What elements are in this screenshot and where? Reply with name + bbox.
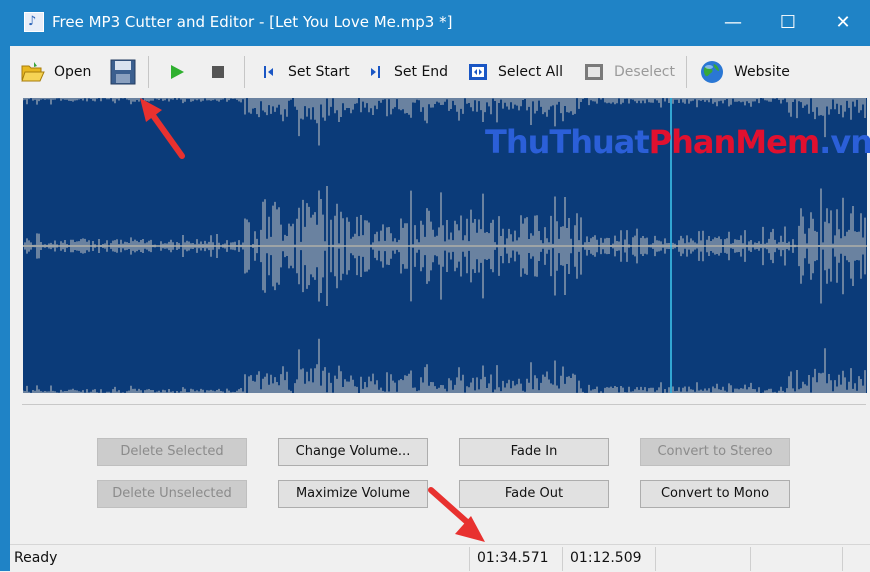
maximize-volume-button[interactable]: Maximize Volume — [278, 480, 428, 508]
status-divider — [469, 547, 470, 571]
toolbar-separator — [148, 56, 149, 88]
red-arrow-annotation — [428, 487, 485, 542]
window-left-frame — [0, 46, 10, 571]
set-start-button[interactable]: Set Start — [262, 58, 350, 86]
floppy-disk-icon — [110, 59, 136, 85]
select-all-label: Select All — [498, 64, 563, 80]
minimize-button[interactable]: — — [718, 8, 748, 38]
stop-icon — [212, 66, 224, 78]
close-button[interactable]: ✕ — [828, 8, 858, 38]
website-label: Website — [734, 64, 790, 80]
select-all-button[interactable]: Select All — [468, 58, 563, 86]
fade-in-button[interactable]: Fade In — [459, 438, 609, 466]
deselect-label: Deselect — [614, 64, 675, 80]
toolbar-separator — [244, 56, 245, 88]
change-volume-button[interactable]: Change Volume... — [278, 438, 428, 466]
toolbar-separator — [686, 56, 687, 88]
play-icon — [171, 65, 184, 79]
app-icon: ♪ — [24, 12, 44, 32]
watermark-part1: ThuThuat — [485, 123, 650, 161]
set-end-icon — [371, 66, 380, 78]
play-button[interactable] — [168, 58, 186, 86]
convert-to-mono-button[interactable]: Convert to Mono — [640, 480, 790, 508]
watermark-part3: .vn — [819, 123, 870, 161]
open-label: Open — [54, 64, 92, 80]
status-divider — [562, 547, 563, 571]
status-text: Ready — [14, 550, 58, 566]
folder-open-icon — [21, 62, 45, 82]
stop-button[interactable] — [210, 58, 226, 86]
toolbar: Open Set Start Set End Select All Desele… — [10, 46, 870, 98]
delete-unselected-button[interactable]: Delete Unselected — [97, 480, 247, 508]
status-time-length: 01:12.509 — [570, 550, 642, 566]
deselect-icon — [585, 64, 603, 80]
open-button[interactable]: Open — [20, 58, 91, 86]
title-bar: ♪ Free MP3 Cutter and Editor - [Let You … — [0, 0, 870, 46]
watermark-part2: PhanMem — [648, 123, 820, 161]
website-button[interactable]: Website — [700, 58, 790, 86]
deselect-button[interactable]: Deselect — [584, 58, 675, 86]
divider — [22, 404, 866, 405]
maximize-button[interactable]: ☐ — [773, 8, 803, 38]
save-button[interactable] — [110, 58, 136, 86]
status-divider — [655, 547, 656, 571]
status-divider — [750, 547, 751, 571]
watermark: ThuThuatPhanMem.vn — [485, 123, 870, 161]
window-title: Free MP3 Cutter and Editor - [Let You Lo… — [52, 13, 453, 31]
select-all-icon — [469, 64, 487, 80]
convert-to-stereo-button[interactable]: Convert to Stereo — [640, 438, 790, 466]
set-start-icon — [264, 66, 273, 78]
globe-icon — [701, 61, 723, 83]
delete-selected-button[interactable]: Delete Selected — [97, 438, 247, 466]
set-end-label: Set End — [394, 64, 449, 80]
status-divider — [842, 547, 843, 571]
red-arrow-annotation — [140, 98, 185, 159]
set-end-button[interactable]: Set End — [368, 58, 448, 86]
set-start-label: Set Start — [288, 64, 350, 80]
